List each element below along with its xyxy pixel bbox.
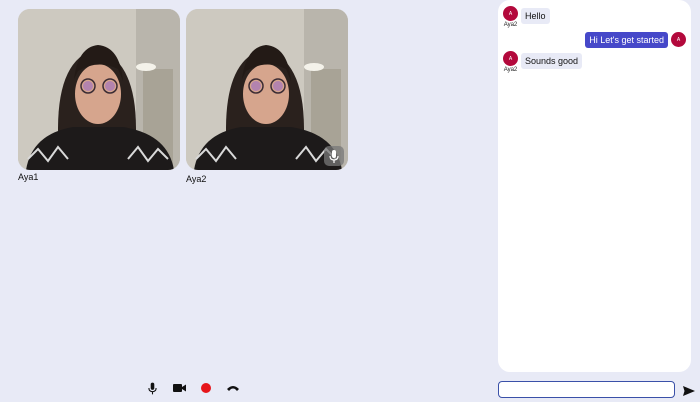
participant-name: Aya2 — [186, 174, 207, 184]
avatar: A — [503, 51, 518, 66]
chat-message-incoming: A Aya2 Hello — [503, 6, 550, 28]
chat-message-input[interactable] — [498, 381, 675, 398]
participant-name: Aya1 — [18, 172, 39, 182]
record-icon — [201, 383, 211, 393]
send-button[interactable] — [683, 384, 695, 396]
participant-video-frame — [18, 9, 180, 170]
hangup-button[interactable] — [226, 381, 240, 395]
avatar: A — [671, 32, 686, 47]
call-controls — [145, 380, 240, 396]
video-tile-aya2 — [186, 9, 348, 170]
message-text: Hello — [521, 8, 550, 24]
participant-video-frame — [186, 9, 348, 170]
message-text: Sounds good — [521, 53, 583, 69]
sender-name: Aya2 — [503, 22, 518, 28]
camera-button[interactable] — [172, 381, 186, 395]
mic-status-button[interactable] — [324, 146, 344, 166]
video-camera-icon — [172, 384, 186, 392]
message-text: Hi Let's get started — [585, 32, 668, 48]
record-button[interactable] — [199, 381, 213, 395]
microphone-icon — [329, 149, 339, 163]
phone-hangup-icon — [227, 386, 239, 391]
chat-panel: A Aya2 Hello Hi Let's get started A A Ay… — [498, 0, 691, 372]
avatar: A — [503, 6, 518, 21]
mute-button[interactable] — [145, 381, 159, 395]
send-icon — [683, 386, 695, 396]
video-tile-aya1 — [18, 9, 180, 170]
sender-name: Aya2 — [503, 67, 518, 73]
chat-message-outgoing: Hi Let's get started A — [585, 32, 686, 48]
chat-message-incoming: A Aya2 Sounds good — [503, 51, 583, 73]
microphone-icon — [147, 382, 157, 394]
